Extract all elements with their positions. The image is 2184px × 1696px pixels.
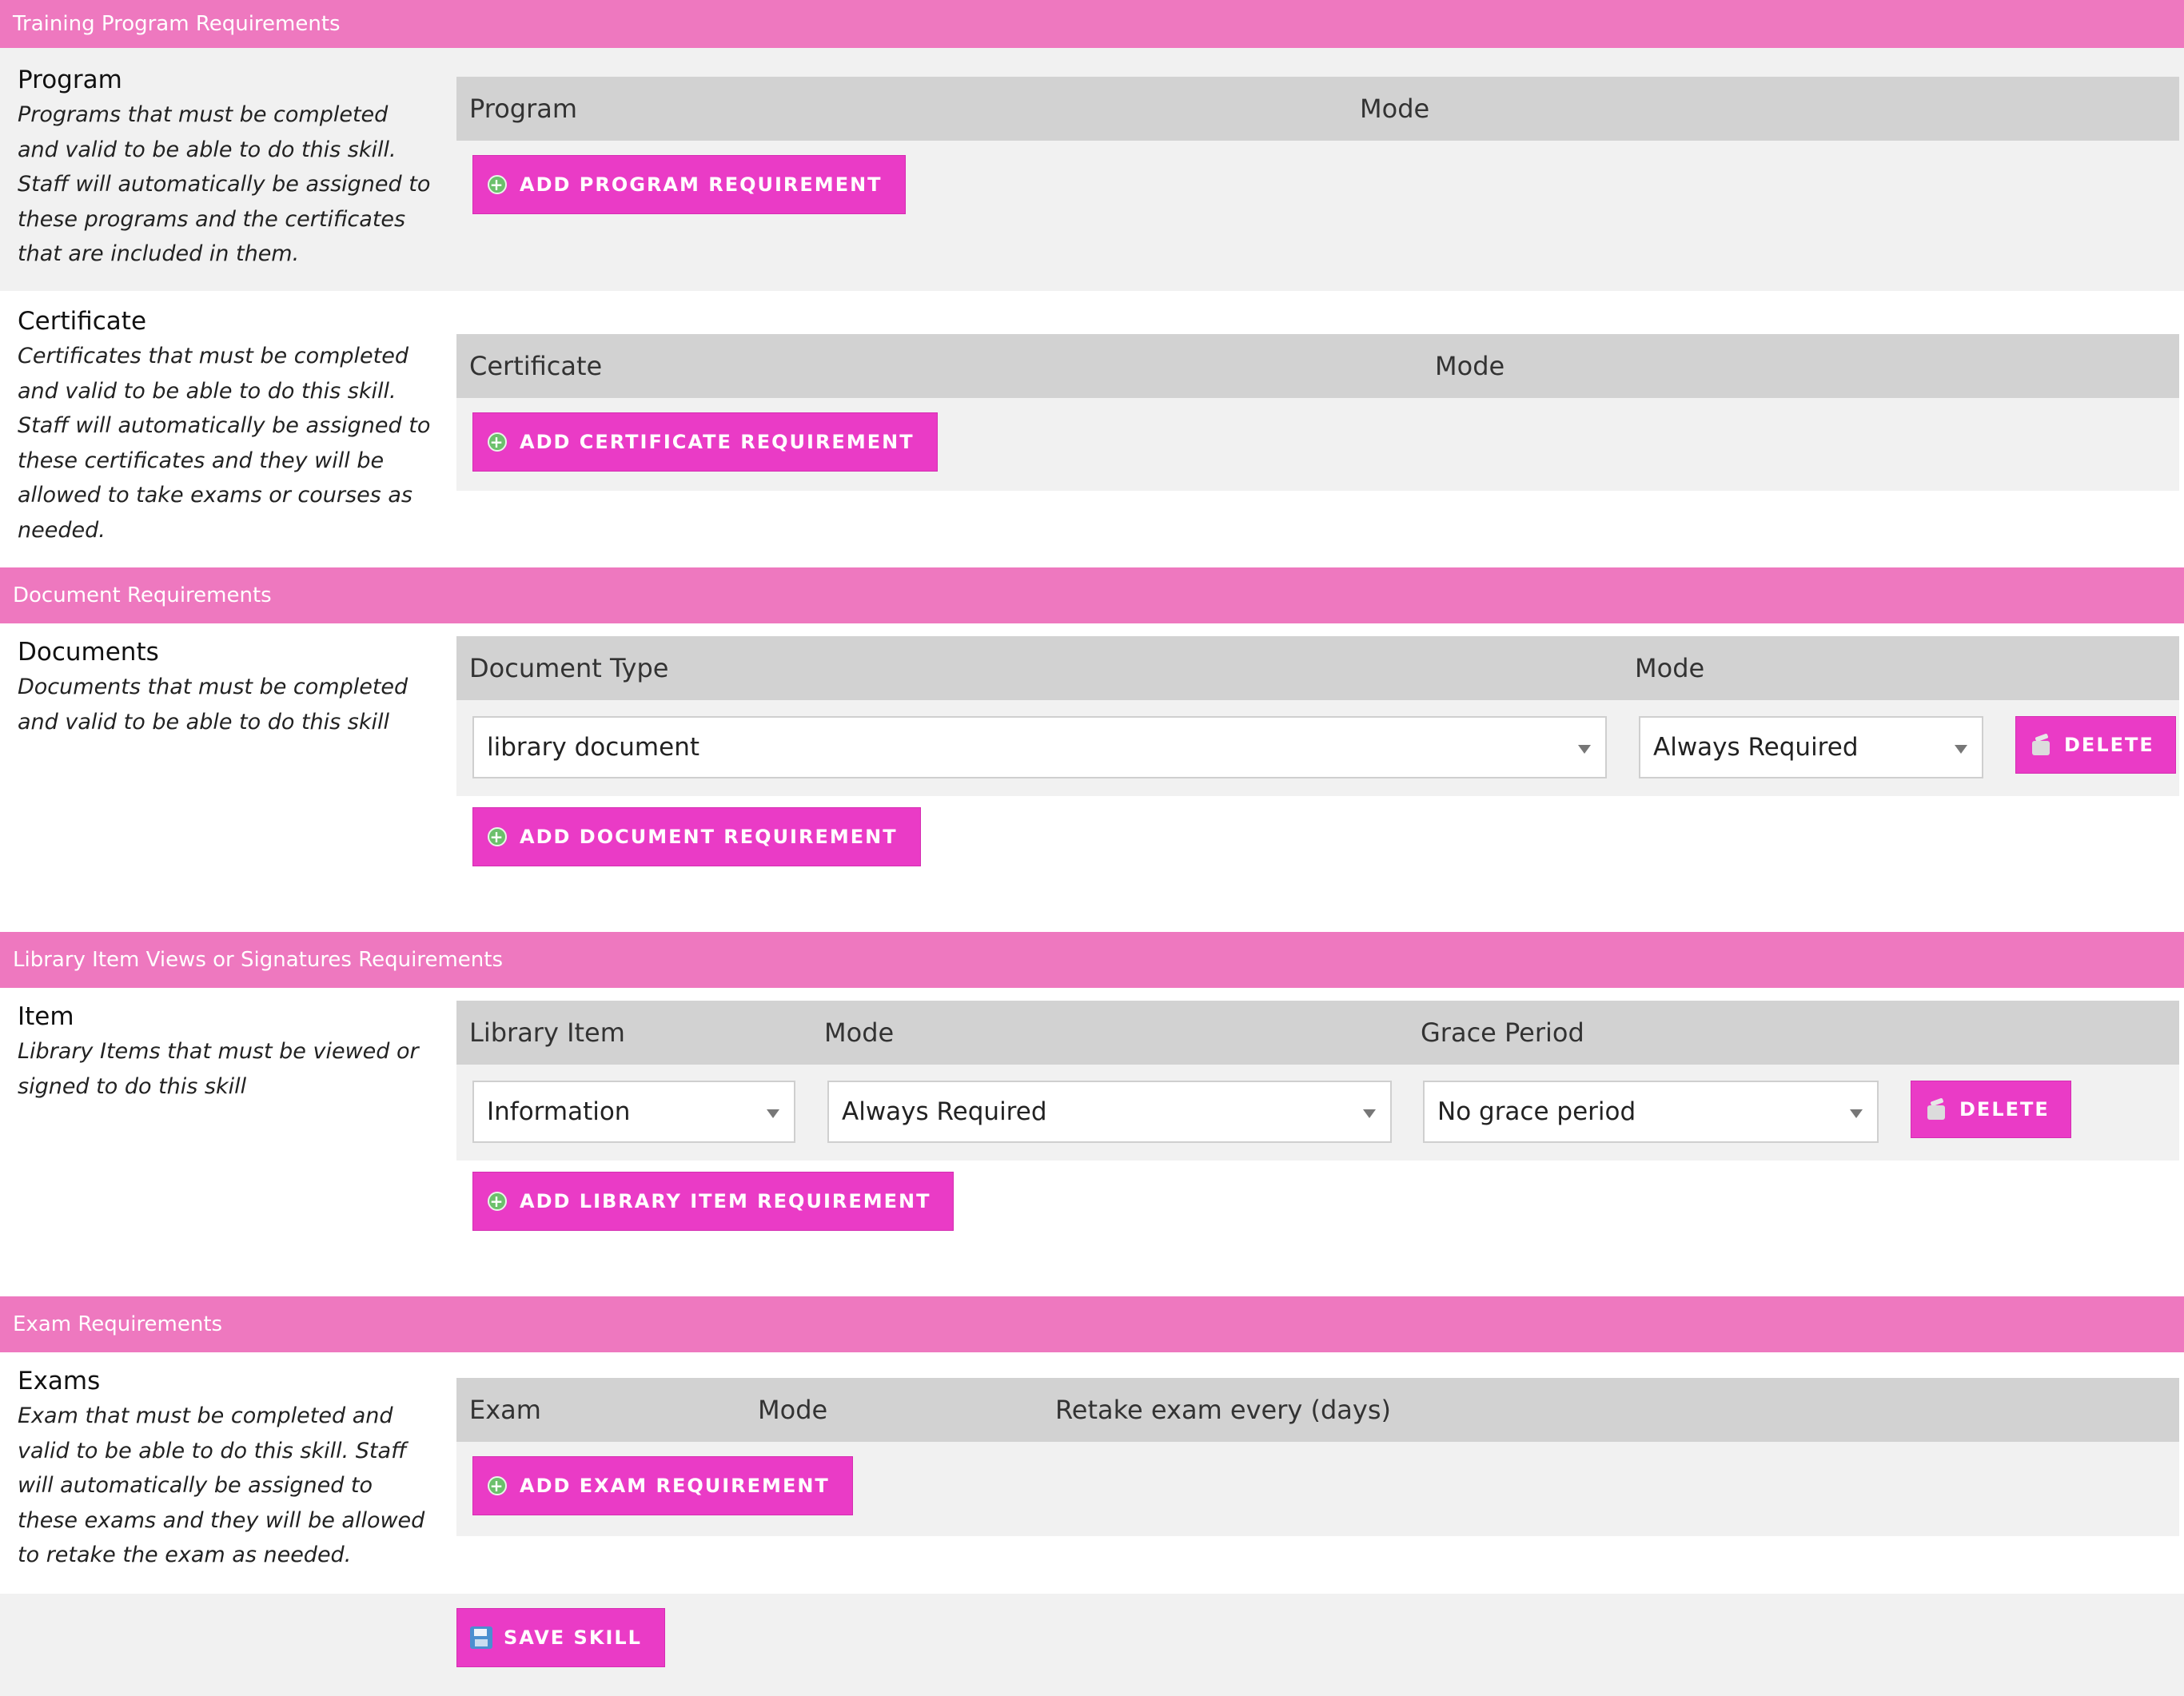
delete-document-label: DELETE: [2064, 734, 2154, 756]
program-description-block: Program Programs that must be completed …: [18, 62, 433, 272]
trash-icon: [1926, 1097, 1948, 1121]
chevron-down-icon: [1363, 1109, 1376, 1118]
library-mode-select[interactable]: Always Required: [827, 1081, 1392, 1143]
delete-library-item-label: DELETE: [1959, 1098, 2050, 1121]
chevron-down-icon: [767, 1109, 779, 1118]
section-header-exams: Exam Requirements: [0, 1296, 2184, 1352]
document-type-select[interactable]: library document: [472, 716, 1607, 778]
chevron-down-icon: [1955, 745, 1967, 754]
certificate-col-mode: Mode: [1435, 351, 1505, 381]
footer-bar: SAVE SKILL: [0, 1594, 2184, 1696]
library-description: Library Items that must be viewed or sig…: [18, 1039, 419, 1099]
program-col-mode: Mode: [1360, 94, 1430, 124]
section-header-documents-label: Document Requirements: [13, 583, 272, 607]
save-skill-button[interactable]: SAVE SKILL: [456, 1608, 665, 1667]
section-header-documents: Document Requirements: [0, 567, 2184, 623]
program-row: Program Programs that must be completed …: [0, 48, 2184, 291]
documents-title: Documents: [18, 638, 159, 667]
library-grace-select[interactable]: No grace period: [1423, 1081, 1879, 1143]
library-mode-value: Always Required: [842, 1097, 1047, 1126]
library-table-header: Library Item Mode Grace Period: [456, 1001, 2179, 1065]
add-library-item-requirement-label: ADD LIBRARY ITEM REQUIREMENT: [520, 1190, 931, 1212]
section-header-library-label: Library Item Views or Signatures Require…: [13, 948, 503, 972]
delete-document-button[interactable]: DELETE: [2015, 716, 2176, 774]
add-document-requirement-label: ADD DOCUMENT REQUIREMENT: [520, 826, 898, 848]
documents-table-header: Document Type Mode: [456, 636, 2179, 700]
program-description: Programs that must be completed and vali…: [18, 102, 431, 266]
save-skill-label: SAVE SKILL: [504, 1626, 642, 1649]
section-header-library: Library Item Views or Signatures Require…: [0, 932, 2184, 988]
documents-col-mode: Mode: [1635, 653, 1705, 683]
add-certificate-requirement-button[interactable]: ADD CERTIFICATE REQUIREMENT: [472, 412, 938, 472]
chevron-down-icon: [1578, 745, 1591, 754]
exams-row: Exams Exam that must be completed and va…: [0, 1352, 2184, 1594]
plus-circle-icon: [488, 175, 507, 194]
plus-circle-icon: [488, 432, 507, 452]
exams-description-block: Exams Exam that must be completed and va…: [18, 1364, 433, 1573]
library-col-grace: Grace Period: [1421, 1017, 1584, 1048]
add-certificate-requirement-label: ADD CERTIFICATE REQUIREMENT: [520, 431, 915, 453]
certificate-row: Certificate Certificates that must be co…: [0, 291, 2184, 567]
library-col-mode: Mode: [824, 1017, 895, 1048]
certificate-description: Certificates that must be completed and …: [18, 344, 431, 543]
add-document-requirement-button[interactable]: ADD DOCUMENT REQUIREMENT: [472, 807, 921, 866]
section-header-training-label: Training Program Requirements: [13, 12, 341, 36]
library-col-item: Library Item: [469, 1017, 625, 1048]
certificate-title: Certificate: [18, 307, 147, 336]
section-header-training: Training Program Requirements: [0, 0, 2184, 48]
plus-circle-icon: [488, 1476, 507, 1495]
add-program-requirement-button[interactable]: ADD PROGRAM REQUIREMENT: [472, 155, 906, 214]
add-program-requirement-label: ADD PROGRAM REQUIREMENT: [520, 173, 883, 196]
section-header-exams-label: Exam Requirements: [13, 1312, 223, 1336]
delete-library-item-button[interactable]: DELETE: [1911, 1081, 2071, 1138]
floppy-disk-icon: [470, 1626, 492, 1649]
exams-description: Exam that must be completed and valid to…: [18, 1403, 425, 1567]
documents-col-type: Document Type: [469, 653, 669, 683]
exams-title: Exams: [18, 1367, 101, 1395]
document-mode-value: Always Required: [1653, 733, 1859, 762]
plus-circle-icon: [488, 1192, 507, 1211]
certificate-description-block: Certificate Certificates that must be co…: [18, 304, 433, 547]
program-table-header: Program Mode: [456, 77, 2179, 141]
documents-description: Documents that must be completed and val…: [18, 675, 409, 735]
program-col-program: Program: [469, 94, 578, 124]
add-exam-requirement-label: ADD EXAM REQUIREMENT: [520, 1475, 830, 1497]
chevron-down-icon: [1850, 1109, 1863, 1118]
exams-col-retake: Retake exam every (days): [1055, 1395, 1391, 1425]
certificate-col-certificate: Certificate: [469, 351, 603, 381]
library-description-block: Item Library Items that must be viewed o…: [18, 999, 433, 1104]
add-exam-requirement-button[interactable]: ADD EXAM REQUIREMENT: [472, 1456, 853, 1515]
document-mode-select[interactable]: Always Required: [1639, 716, 1983, 778]
library-grace-value: No grace period: [1437, 1097, 1636, 1126]
library-title: Item: [18, 1002, 74, 1031]
library-item-select[interactable]: Information: [472, 1081, 795, 1143]
document-type-value: library document: [487, 733, 699, 762]
exams-table-header: Exam Mode Retake exam every (days): [456, 1378, 2179, 1442]
documents-description-block: Documents Documents that must be complet…: [18, 635, 433, 739]
exams-col-exam: Exam: [469, 1395, 541, 1425]
library-item-value: Information: [487, 1097, 631, 1126]
add-library-item-requirement-button[interactable]: ADD LIBRARY ITEM REQUIREMENT: [472, 1172, 955, 1231]
documents-row: Documents Documents that must be complet…: [0, 623, 2184, 932]
trash-icon: [2031, 733, 2053, 756]
plus-circle-icon: [488, 827, 507, 846]
program-title: Program: [18, 66, 122, 94]
library-row: Item Library Items that must be viewed o…: [0, 988, 2184, 1296]
exams-col-mode: Mode: [758, 1395, 828, 1425]
certificate-table-header: Certificate Mode: [456, 334, 2179, 398]
